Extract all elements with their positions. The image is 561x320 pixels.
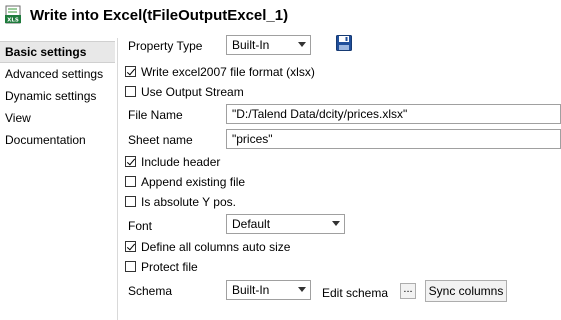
font-label: Font [128,219,153,233]
schema-label: Schema [128,284,173,298]
excel2007-label: Write excel2007 file format (xlsx) [141,65,315,79]
protect-file-checkbox[interactable] [125,261,136,272]
use-output-stream-checkbox[interactable] [125,86,136,97]
auto-size-checkbox[interactable] [125,241,136,252]
schema-value: Built-In [232,283,270,297]
title-bar: XLS Write into Excel(tFileOutputExcel_1) [0,0,561,32]
sidebar-item-view[interactable]: View [0,108,115,128]
svg-text:XLS: XLS [7,18,19,24]
sheet-name-label: Sheet name [128,133,193,147]
excel2007-checkbox[interactable] [125,66,136,77]
edit-schema-label: Edit schema [322,286,389,300]
edit-schema-button[interactable]: ... [400,283,416,299]
property-type-label: Property Type [128,39,203,53]
absolute-y-checkbox[interactable] [125,196,136,207]
window-title: Write into Excel(tFileOutputExcel_1) [30,7,289,24]
property-type-select[interactable]: Built-In [226,35,311,55]
auto-size-label: Define all columns auto size [141,240,291,254]
chevron-down-icon [298,287,306,292]
chevron-down-icon [298,42,306,47]
append-existing-checkbox[interactable] [125,176,136,187]
font-value: Default [232,217,271,231]
use-output-stream-label: Use Output Stream [141,85,244,99]
absolute-y-label: Is absolute Y pos. [141,195,236,209]
file-name-input[interactable]: "D:/Talend Data/dcity/prices.xlsx" [226,104,561,124]
sidebar-item-documentation[interactable]: Documentation [0,130,115,150]
append-existing-label: Append existing file [141,175,246,189]
sidebar-item-basic-settings[interactable]: Basic settings [0,41,115,63]
sync-columns-button[interactable]: Sync columns [425,280,507,302]
include-header-checkbox[interactable] [125,156,136,167]
include-header-label: Include header [141,155,221,169]
font-select[interactable]: Default [226,214,345,234]
chevron-down-icon [332,221,340,226]
file-name-label: File Name [128,108,183,122]
floppy-disk-icon[interactable] [336,35,352,51]
file-name-value: "D:/Talend Data/dcity/prices.xlsx" [232,107,408,121]
sheet-name-input[interactable]: "prices" [226,129,561,149]
protect-file-label: Protect file [141,260,198,274]
sidebar-item-dynamic-settings[interactable]: Dynamic settings [0,86,115,106]
settings-sidebar: Basic settings Advanced settings Dynamic… [0,38,118,320]
excel-xlsx-icon: XLS [5,5,21,24]
schema-select[interactable]: Built-In [226,280,311,300]
sidebar-item-advanced-settings[interactable]: Advanced settings [0,64,115,84]
property-type-value: Built-In [232,38,270,52]
sheet-name-value: "prices" [232,132,273,146]
